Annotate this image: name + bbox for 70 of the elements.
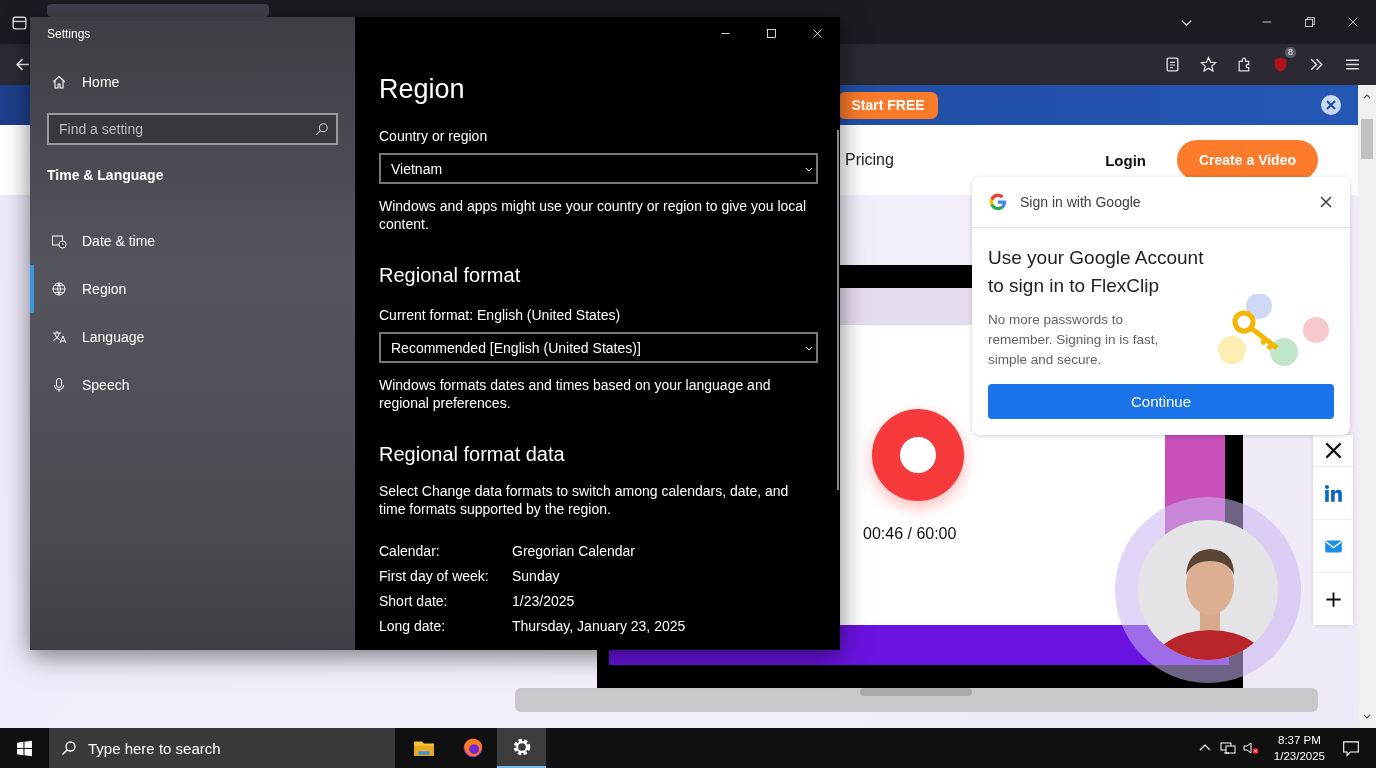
- mail-share-button[interactable]: [1313, 519, 1353, 572]
- format-value: Sunday: [512, 567, 561, 585]
- format-label: Long date:: [379, 617, 447, 635]
- format-value: Gregorian Calendar: [512, 542, 636, 560]
- settings-taskbar-button[interactable]: [497, 728, 546, 768]
- settings-nav-item[interactable]: Region: [30, 265, 338, 313]
- field-label: Country or region: [379, 128, 489, 144]
- clock-time: 8:37 PM: [1278, 733, 1321, 748]
- scrollbar-thumb[interactable]: [837, 130, 839, 490]
- section-heading: Regional format: [379, 264, 522, 287]
- calendar-clock-icon: [51, 233, 67, 249]
- format-label: Calendar:: [379, 542, 441, 560]
- close-icon[interactable]: [811, 26, 824, 40]
- section-heading: Time & Language: [47, 167, 165, 183]
- close-icon[interactable]: [1346, 15, 1360, 29]
- format-value: Thursday, January 23, 2025: [512, 617, 687, 635]
- tab-list-icon[interactable]: [11, 13, 28, 31]
- extension-badge: 8: [1285, 47, 1296, 58]
- star-icon[interactable]: [1200, 56, 1217, 73]
- linkedin-share-button[interactable]: [1313, 466, 1353, 519]
- window-title: Settings: [47, 27, 92, 41]
- home-nav-item[interactable]: Home: [30, 58, 338, 106]
- popup-header: Sign in with Google: [1020, 194, 1141, 210]
- login-link[interactable]: Login: [1105, 151, 1146, 169]
- section-heading: Regional format data: [379, 443, 566, 466]
- field-label: Current format: English (United States): [379, 307, 622, 323]
- speaker-muted-icon[interactable]: [1242, 740, 1259, 756]
- search-icon: [315, 122, 329, 136]
- settings-nav-item[interactable]: Date & time: [30, 217, 338, 265]
- popup-description: No more passwords to remember. Signing in is fast, simple and secure.: [988, 311, 1160, 369]
- maximize-icon[interactable]: [765, 26, 778, 40]
- format-value: 1/23/2025: [512, 592, 576, 610]
- globe-icon: [51, 281, 67, 297]
- windows-start-icon[interactable]: [16, 739, 33, 757]
- x-share-button[interactable]: [1313, 435, 1353, 466]
- restore-icon[interactable]: [1303, 15, 1317, 29]
- popup-title: Use your Google Account to sign in to FlexClip: [988, 246, 1205, 298]
- settings-nav-item[interactable]: Language: [30, 313, 338, 361]
- plus-icon: [1323, 589, 1343, 609]
- format-label: Short date:: [379, 592, 449, 610]
- nav-link[interactable]: Pricing: [845, 151, 894, 169]
- description-text: Windows and apps might use your country or region to give you local content.: [379, 197, 808, 233]
- country-dropdown[interactable]: Vietnam: [379, 153, 818, 184]
- close-icon[interactable]: [1318, 194, 1334, 210]
- back-arrow-icon[interactable]: [14, 56, 31, 73]
- format-label: First day of week:: [379, 567, 490, 585]
- search-icon: [61, 740, 77, 756]
- chevrons-right-icon[interactable]: [1308, 56, 1325, 73]
- language-icon: [51, 329, 67, 345]
- recording-timer: 00:46 / 60:00: [863, 525, 957, 543]
- page-title: Region: [379, 74, 466, 105]
- x-logo-icon: [1323, 441, 1343, 460]
- description-text: Windows formats dates and times based on your language and regional preferences.: [379, 376, 772, 412]
- microphone-icon: [51, 377, 67, 393]
- reader-view-icon[interactable]: [1164, 56, 1181, 73]
- network-icon[interactable]: [1219, 740, 1236, 756]
- close-icon[interactable]: [1320, 94, 1342, 116]
- description-text: Select Change data formats to switch among calendars, date, and time formats supported by the region.: [379, 482, 790, 518]
- home-icon: [51, 74, 67, 90]
- continue-button[interactable]: Continue: [988, 384, 1334, 419]
- linkedin-icon: [1323, 483, 1343, 503]
- clock-date: 1/23/2025: [1273, 749, 1325, 764]
- settings-nav-item[interactable]: Speech: [30, 361, 338, 409]
- scrollbar-thumb[interactable]: [1361, 119, 1373, 159]
- more-share-button[interactable]: [1313, 572, 1353, 625]
- format-dropdown[interactable]: Recommended [English (United States)]: [379, 332, 818, 363]
- settings-search-field[interactable]: Find a setting: [47, 113, 338, 145]
- google-logo-icon: [988, 192, 1008, 212]
- notification-icon[interactable]: [1342, 739, 1360, 757]
- taskbar-search-field[interactable]: Type here to search: [49, 728, 395, 768]
